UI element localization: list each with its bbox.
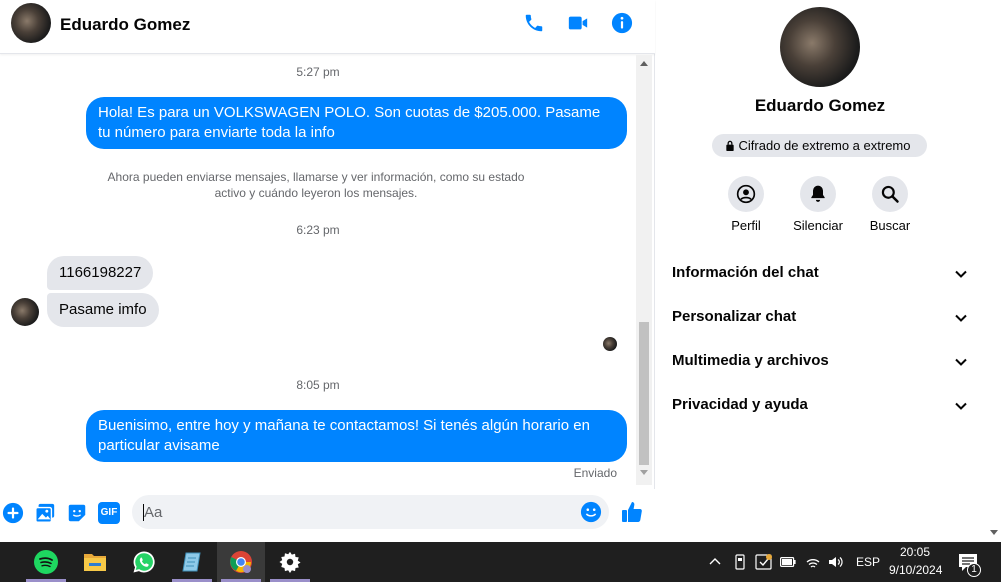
phone-icon[interactable] xyxy=(523,12,545,34)
section-chat-info[interactable]: Información del chat xyxy=(672,261,968,285)
message-list: 5:27 pm Hola! Es para un VOLKSWAGEN POLO… xyxy=(0,55,636,487)
notification-count: 1 xyxy=(967,563,981,577)
plus-icon[interactable] xyxy=(2,502,24,524)
profile-icon xyxy=(736,184,756,204)
file-explorer-icon[interactable] xyxy=(71,542,119,582)
action-mute[interactable]: Silenciar xyxy=(782,176,854,233)
info-icon[interactable] xyxy=(611,12,633,34)
chevron-down-icon xyxy=(955,358,967,366)
system-message: Ahora pueden enviarse mensajes, llamarse… xyxy=(107,170,525,200)
action-profile[interactable]: Perfil xyxy=(710,176,782,233)
section-customize-chat[interactable]: Personalizar chat xyxy=(672,305,968,329)
bell-icon xyxy=(811,185,825,202)
seen-avatar xyxy=(603,337,617,351)
timestamp: 8:05 pm xyxy=(296,378,340,392)
like-icon[interactable] xyxy=(620,500,644,524)
message-outgoing[interactable]: Buenisimo, entre hoy y mañana te contact… xyxy=(86,410,627,462)
security-icon[interactable] xyxy=(755,553,773,571)
section-label: Privacidad y ayuda xyxy=(672,396,808,413)
sidebar-scrollbar[interactable] xyxy=(986,0,1001,542)
timestamp: 5:27 pm xyxy=(296,65,340,79)
encryption-label: Cifrado de extremo a extremo xyxy=(738,138,911,153)
message-input[interactable]: Aa xyxy=(132,495,609,529)
image-icon[interactable] xyxy=(34,502,56,524)
message-incoming[interactable]: 1166198227 xyxy=(47,256,154,290)
composer: GIF Aa xyxy=(0,489,655,542)
chevron-down-icon xyxy=(955,270,967,278)
chat-pane: Eduardo Gomez 5:27 pm Hola! Es para un V… xyxy=(0,0,655,542)
scroll-thumb[interactable] xyxy=(639,322,649,465)
delivery-status: Enviado xyxy=(573,466,617,480)
encryption-badge[interactable]: Cifrado de extremo a extremo xyxy=(712,134,927,157)
message-input-placeholder: Aa xyxy=(144,504,163,521)
section-label: Personalizar chat xyxy=(672,308,797,325)
chat-scrollbar[interactable] xyxy=(636,55,652,485)
chat-header: Eduardo Gomez xyxy=(0,0,655,54)
profile-name: Eduardo Gomez xyxy=(754,96,886,115)
battery-icon[interactable] xyxy=(780,556,796,568)
clock-date[interactable]: 9/10/2024 xyxy=(889,563,942,577)
chevron-down-icon xyxy=(955,402,967,410)
scroll-down-arrow[interactable] xyxy=(640,470,648,475)
section-media-files[interactable]: Multimedia y archivos xyxy=(672,349,968,373)
volume-icon[interactable] xyxy=(828,554,844,570)
section-label: Información del chat xyxy=(672,264,819,281)
conversation-details-pane: Eduardo Gomez Cifrado de extremo a extre… xyxy=(656,0,1001,542)
wifi-icon[interactable] xyxy=(805,554,821,570)
video-icon[interactable] xyxy=(567,12,589,34)
action-label: Perfil xyxy=(731,218,761,233)
scroll-down-arrow[interactable] xyxy=(990,530,998,535)
action-label: Silenciar xyxy=(793,218,843,233)
sender-avatar xyxy=(11,298,39,326)
action-search[interactable]: Buscar xyxy=(854,176,926,233)
timestamp: 6:23 pm xyxy=(296,223,340,237)
action-label: Buscar xyxy=(869,218,911,233)
chevron-down-icon xyxy=(955,314,967,322)
whatsapp-icon[interactable] xyxy=(120,542,168,582)
contact-avatar[interactable] xyxy=(11,3,51,43)
notepad-icon[interactable] xyxy=(168,542,216,582)
section-label: Multimedia y archivos xyxy=(672,352,829,369)
gif-icon[interactable]: GIF xyxy=(98,502,120,524)
message-incoming[interactable]: Pasame imfo xyxy=(47,293,159,327)
sticker-icon[interactable] xyxy=(66,502,88,524)
contact-name[interactable]: Eduardo Gomez xyxy=(60,15,190,35)
profile-avatar[interactable] xyxy=(780,7,860,87)
settings-icon[interactable] xyxy=(266,542,314,582)
taskbar: ESP 20:05 9/10/2024 1 xyxy=(0,542,1001,582)
spotify-icon[interactable] xyxy=(22,542,70,582)
search-icon xyxy=(881,185,899,203)
chevron-up-icon[interactable] xyxy=(709,556,721,566)
lock-icon xyxy=(726,140,734,151)
chrome-icon[interactable] xyxy=(217,542,265,582)
message-outgoing[interactable]: Hola! Es para un VOLKSWAGEN POLO. Son cu… xyxy=(86,97,627,149)
input-language[interactable]: ESP xyxy=(856,555,880,569)
scroll-up-arrow[interactable] xyxy=(640,61,648,66)
usb-device-icon[interactable] xyxy=(733,554,747,570)
clock-time[interactable]: 20:05 xyxy=(900,545,930,559)
section-privacy-help[interactable]: Privacidad y ayuda xyxy=(672,393,968,417)
emoji-icon[interactable] xyxy=(580,501,602,523)
